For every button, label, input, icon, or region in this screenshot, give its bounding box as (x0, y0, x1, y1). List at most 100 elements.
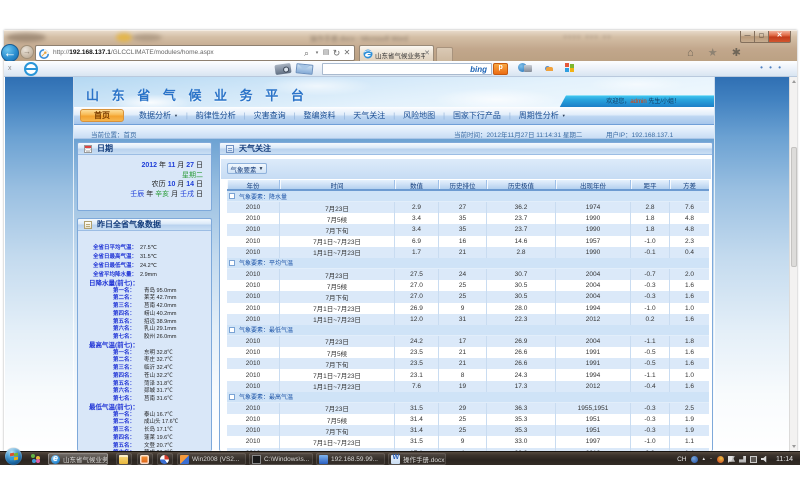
nav-item-3[interactable]: 灾害查询 (254, 111, 286, 120)
minimize-button[interactable]: — (740, 31, 754, 43)
table-row[interactable]: 20101月1日~7月23日1.7212.81990-0.10.4 (227, 247, 709, 258)
group-header-row[interactable]: 气象要素：最低气温 (227, 325, 709, 336)
nav-item-8[interactable]: 周期性分析▼ (519, 111, 566, 120)
toolbar-screenshot-icon[interactable] (518, 63, 532, 74)
group-header-row[interactable]: 气象要素：降水量 (227, 191, 709, 202)
language-indicator[interactable]: CH (677, 456, 686, 463)
toolbar-person-icon[interactable] (545, 63, 553, 73)
scrollbar[interactable] (789, 77, 797, 451)
date-part: 日 (194, 181, 203, 188)
display-icon[interactable] (750, 456, 757, 463)
nav-item-4[interactable]: 整编资料 (303, 111, 335, 120)
taskbar-app2-button[interactable] (157, 453, 173, 465)
camera-icon[interactable] (274, 63, 291, 75)
table-row[interactable]: 20107月23日31.52936.31955,1951-0.32.5 (227, 403, 709, 414)
nav-item-5[interactable]: 天气关注 (353, 111, 385, 120)
table-row[interactable]: 20101月1日~7月23日7.61917.32012-0.41.6 (227, 381, 709, 392)
mail-envelope-icon[interactable] (296, 63, 314, 75)
table-row[interactable]: 20107月1日~7月23日31.5933.01997-1.01.1 (227, 436, 709, 447)
start-button[interactable] (5, 448, 22, 465)
table-row[interactable]: 20107月下旬27.02530.52004-0.31.6 (227, 291, 709, 302)
maximize-button[interactable]: ▢ (754, 31, 768, 43)
table-cell: 36.3 (487, 403, 556, 414)
table-cell: 19 (439, 381, 487, 392)
taskbar-app1-button[interactable] (137, 453, 153, 465)
taskbar-window-button[interactable]: 192.168.59.99... (316, 453, 385, 465)
nav-item-1[interactable]: 数据分析▼ (139, 111, 178, 120)
element-dropdown-button[interactable]: 气象要素▼ (227, 163, 267, 174)
search-dropdown-icon[interactable]: ▾ (313, 46, 321, 60)
table-row[interactable]: 20107月下旬31.42535.31951-0.31.9 (227, 425, 709, 436)
compatibility-icon[interactable]: ▤ (321, 46, 331, 60)
table-row[interactable]: 20107月5候31.42535.31951-0.31.9 (227, 414, 709, 425)
bing-search-box[interactable]: bing (322, 63, 492, 75)
nav-item-6[interactable]: 风险地图 (403, 111, 435, 120)
collapse-icon[interactable] (229, 327, 235, 333)
table-row[interactable]: 20107月下旬23.52126.61991-0.51.6 (227, 358, 709, 369)
collapse-icon[interactable] (229, 193, 235, 199)
table-row[interactable]: 20107月23日2.92736.219742.87.6 (227, 202, 709, 213)
group-header-row[interactable]: 气象要素：平均气温 (227, 258, 709, 269)
quick-launch-icon[interactable] (30, 454, 42, 465)
table-row[interactable]: 20107月23日24.21726.92004-1.11.8 (227, 336, 709, 347)
scroll-up-icon[interactable] (792, 80, 796, 83)
bing-search-button[interactable] (493, 63, 508, 75)
scroll-down-icon[interactable] (792, 445, 796, 448)
browser-tab[interactable]: 山东省气候业务平... ✕ (359, 45, 434, 62)
table-cell: 0.2 (631, 314, 670, 325)
taskbar-explorer-button[interactable] (116, 453, 132, 465)
taskbar-window-button[interactable]: Win2008 (VS2... (177, 453, 246, 465)
toolbar-close-icon[interactable]: x (8, 65, 12, 72)
stop-icon[interactable]: ✕ (342, 46, 352, 60)
toolbar-apps-icon[interactable] (565, 63, 574, 72)
weekday: 星期二 (182, 170, 203, 180)
action-center-flag-icon[interactable] (728, 456, 735, 463)
url-text[interactable]: http://192.168.137.1/GLCCLIMATE/modules/… (53, 46, 214, 60)
taskbar-window-button[interactable]: W操作手册.docx ... (388, 453, 446, 465)
tab-close-icon[interactable]: ✕ (424, 49, 430, 57)
search-icon[interactable]: ⌕ (300, 46, 313, 60)
table-row[interactable]: 20107月1日~7月23日26.9928.01994-1.01.0 (227, 303, 709, 314)
back-button[interactable]: ← (1, 44, 19, 62)
volume-icon[interactable] (761, 456, 768, 463)
nav-item-home[interactable]: 首页 (80, 109, 124, 122)
table-row[interactable]: 20107月5候3.43523.719901.84.8 (227, 213, 709, 224)
tools-gear-icon[interactable]: ✱ (732, 47, 741, 60)
nav-item-2[interactable]: 韵律性分析 (196, 111, 236, 120)
table-row[interactable]: 20107月5候23.52126.61991-0.51.6 (227, 347, 709, 358)
climate-table: 年份时间数值历史排位历史极值出现年份距平方差气象要素：降水量20107月23日2… (227, 180, 709, 451)
home-icon[interactable]: ⌂ (687, 47, 694, 60)
table-cell: 2.8 (487, 247, 556, 258)
table-row[interactable]: 20107月23日27.52430.72004-0.72.0 (227, 269, 709, 280)
collapse-icon[interactable] (229, 260, 235, 266)
taskbar-window-button[interactable]: C:\Windows\s... (249, 453, 313, 465)
col-header: 方差 (670, 180, 709, 189)
address-bar[interactable]: http://192.168.137.1/GLCCLIMATE/modules/… (35, 45, 355, 61)
tray-msn-icon[interactable] (691, 456, 698, 463)
rank-value: 乳山 29.1mm (144, 326, 176, 332)
table-row[interactable]: 20107月下旬3.43523.719901.84.8 (227, 224, 709, 235)
tray-clock[interactable]: 11:14 (776, 456, 793, 463)
group-header-row[interactable]: 气象要素：最高气温 (227, 392, 709, 403)
nav-item-7[interactable]: 国家下行产品 (453, 111, 501, 120)
rank-line: 第二名：莱芜 42.7mm (78, 295, 176, 302)
refresh-icon[interactable]: ↻ (331, 46, 342, 60)
table-row[interactable]: 20107月1日~7月23日6.91614.61957-1.02.3 (227, 236, 709, 247)
table-row[interactable]: 20107月5候27.02530.52004-0.31.6 (227, 280, 709, 291)
tray-security-icon[interactable] (717, 456, 724, 463)
tray-expand-icon[interactable]: ▴ (702, 456, 705, 462)
toolbar-more-icon[interactable]: • • • (760, 63, 783, 72)
forward-button[interactable]: → (20, 45, 34, 59)
collapse-icon[interactable] (229, 394, 235, 400)
rank-line: 第七名：胶州 26.0mm (78, 334, 176, 341)
taskbar-ie-button[interactable]: 山东省气候业务平台 (48, 453, 108, 465)
table-row[interactable]: 20101月1日~7月23日12.03122.320120.21.6 (227, 314, 709, 325)
status-strip: 当前位置：首页 当前时间：2012年11月27日 11:14:31 星期二 用户… (74, 125, 714, 139)
table-row[interactable]: 20107月1日~7月23日23.1824.31994-1.11.0 (227, 369, 709, 380)
scrollbar-thumb[interactable] (791, 147, 797, 267)
toolbar-logo-icon[interactable] (24, 62, 38, 76)
network-icon[interactable] (739, 456, 746, 463)
close-button[interactable]: ✕ (768, 31, 791, 43)
table-header-row: 年份时间数值历史排位历史极值出现年份距平方差 (227, 180, 709, 191)
favorites-star-icon[interactable]: ★ (708, 47, 718, 60)
